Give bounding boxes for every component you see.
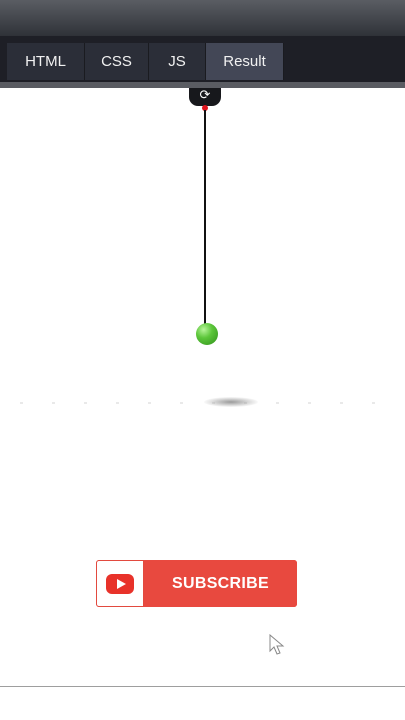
youtube-icon [106,573,134,594]
tab-result[interactable]: Result [206,43,284,80]
editor-tab-bar: HTML CSS JS Result [0,36,405,82]
pendulum-mount: ⟳ [189,88,221,106]
mouse-cursor-icon [269,634,285,655]
ball-shadow [204,397,258,407]
subscribe-button[interactable]: SUBSCRIBE [96,560,297,607]
pendulum-string [204,110,206,332]
pendulum-ball[interactable] [196,323,218,345]
floor-line [20,402,385,404]
browser-top-strip [0,0,405,36]
result-stage: ⟳ SUBSCRIBE [0,88,405,686]
subscribe-icon-box [96,560,144,607]
tab-js[interactable]: JS [149,43,206,80]
tab-css[interactable]: CSS [85,43,149,80]
bottom-area [0,687,405,720]
tab-html[interactable]: HTML [7,43,85,80]
subscribe-label: SUBSCRIBE [144,560,297,607]
rotate-icon: ⟳ [199,87,211,102]
